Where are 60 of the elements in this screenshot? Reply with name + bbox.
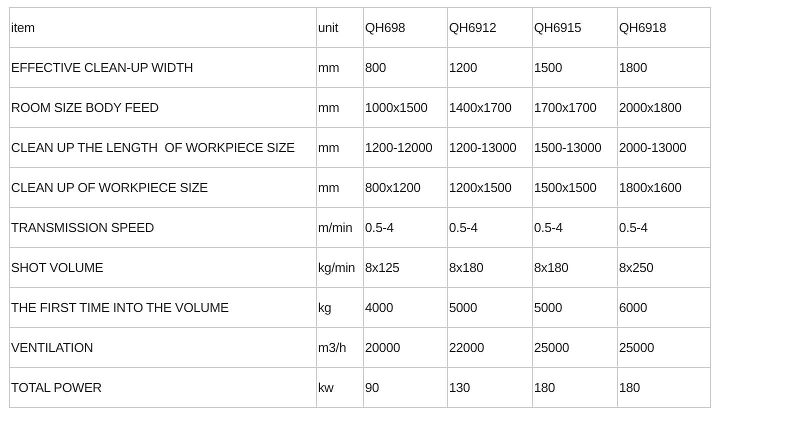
table-cell: 1200-13000 [448,128,532,168]
table-cell: 0.5-4 [364,208,448,248]
header-cell: unit [316,8,364,48]
table-cell: 8x180 [532,248,618,288]
table-cell: 800 [364,48,448,88]
table-cell: CLEAN UP OF WORKPIECE SIZE [10,168,316,208]
table-cell: THE FIRST TIME INTO THE VOLUME [10,288,316,328]
header-cell: QH698 [364,8,448,48]
table-cell: CLEAN UP THE LENGTH OF WORKPIECE SIZE [10,128,316,168]
table-cell: mm [316,48,364,88]
table-cell: 25000 [618,328,710,368]
table-cell: 0.5-4 [618,208,710,248]
table-cell: mm [316,88,364,128]
table-cell: kg [316,288,364,328]
table-cell: mm [316,168,364,208]
table-cell: kg/min [316,248,364,288]
table-cell: 1400x1700 [448,88,532,128]
header-cell: QH6918 [618,8,710,48]
table-cell: 4000 [364,288,448,328]
table-cell: ROOM SIZE BODY FEED [10,88,316,128]
table-cell: TOTAL POWER [10,368,316,408]
table-cell: mm [316,128,364,168]
table-cell: 25000 [532,328,618,368]
table-cell: 1000x1500 [364,88,448,128]
header-cell: QH6912 [448,8,532,48]
table-cell: kw [316,368,364,408]
table-cell: 1500-13000 [532,128,618,168]
table-cell: 1700x1700 [532,88,618,128]
table-cell: 20000 [364,328,448,368]
table-cell: 1200-12000 [364,128,448,168]
table-cell: 5000 [532,288,618,328]
table-cell: 1200 [448,48,532,88]
table-cell: 22000 [448,328,532,368]
table-cell: 1200x1500 [448,168,532,208]
table-cell: 8x250 [618,248,710,288]
table-cell: 0.5-4 [448,208,532,248]
table-cell: 5000 [448,288,532,328]
table-cell: 180 [618,368,710,408]
table-cell: 1500 [532,48,618,88]
header-cell: item [10,8,316,48]
table-cell: 2000-13000 [618,128,710,168]
table-cell: 180 [532,368,618,408]
table-cell: 2000x1800 [618,88,710,128]
table-cell: 6000 [618,288,710,328]
table-cell: 90 [364,368,448,408]
table-cell: 1800 [618,48,710,88]
table-cell: m/min [316,208,364,248]
table-cell: TRANSMISSION SPEED [10,208,316,248]
table-cell: 130 [448,368,532,408]
table-cell: 1500x1500 [532,168,618,208]
table-cell: 0.5-4 [532,208,618,248]
table-cell: VENTILATION [10,328,316,368]
table-cell: 1800x1600 [618,168,710,208]
table-cell: 8x125 [364,248,448,288]
header-cell: QH6915 [532,8,618,48]
table-cell: SHOT VOLUME [10,248,316,288]
table-cell: 8x180 [448,248,532,288]
table-cell: EFFECTIVE CLEAN-UP WIDTH [10,48,316,88]
table-cell: m3/h [316,328,364,368]
table-cell: 800x1200 [364,168,448,208]
